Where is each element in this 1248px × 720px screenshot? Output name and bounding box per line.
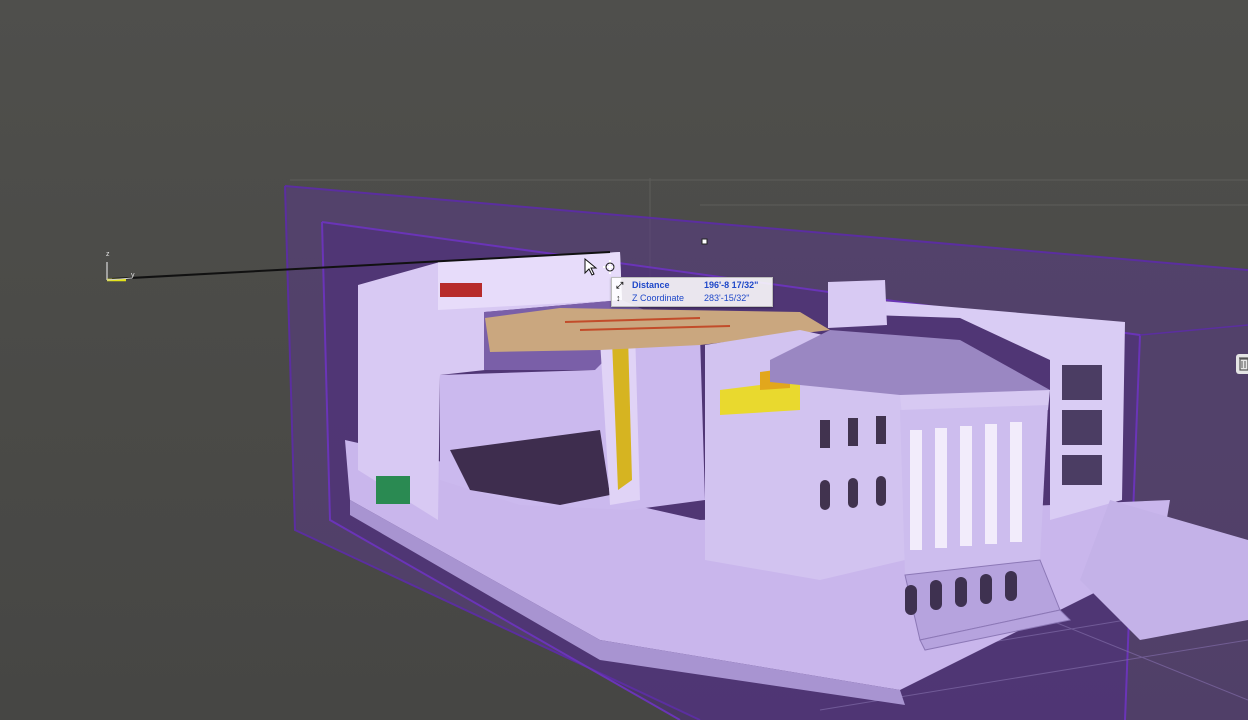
trash-button[interactable] [1236,354,1248,374]
3d-viewport[interactable]: z y ⤢ Distance 196'-8 17/32" ↕ Z Coordin… [0,0,1248,720]
z-coordinate-label: Z Coordinate [632,293,685,303]
distance-label: Distance [632,280,670,290]
distance-row: ⤢ Distance 196'-8 17/32" [616,279,768,292]
diagonal-arrow-icon: ⤢ [616,280,624,290]
axis-y-label: y [131,272,135,279]
z-coordinate-value: 283'-15/32" [704,293,750,303]
distance-value: 196'-8 17/32" [704,280,759,290]
z-axis-arrow-icon: ↕ [616,293,621,303]
move-cursor-icon [584,258,615,276]
z-coordinate-row: ↕ Z Coordinate 283'-15/32" [616,292,768,305]
snap-point-marker[interactable] [701,238,708,245]
axis-z-label: z [106,251,110,258]
right-windows [1062,365,1102,485]
measure-tooltip: ⤢ Distance 196'-8 17/32" ↕ Z Coordinate … [611,277,773,307]
trash-icon [1239,357,1248,371]
model-scene[interactable] [0,0,1248,720]
